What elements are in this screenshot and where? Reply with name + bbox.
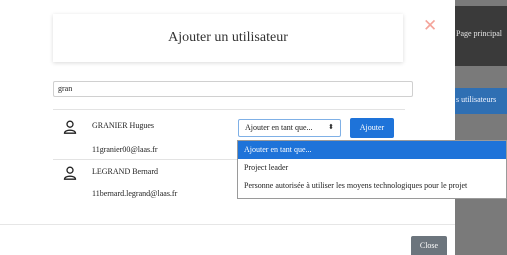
role-option[interactable]: Project leader [238,159,506,177]
user-icon [63,120,77,134]
select-arrows-icon: ⬍ [328,123,334,131]
footer-divider [0,224,455,225]
modal-header: Ajouter un utilisateur [53,14,403,62]
search-input[interactable]: gran [53,81,413,97]
divider [53,109,405,110]
close-button[interactable]: Close [411,236,447,255]
background-tab-text: s utilisateurs [456,95,497,104]
role-dropdown-list: Ajouter en tant que... Project leader Pe… [237,140,507,199]
add-button[interactable]: Ajouter [350,118,394,138]
user-email: 11granier00@laas.fr [92,145,158,154]
user-name: GRANIER Hugues [92,121,154,130]
close-icon[interactable]: ✕ [423,18,437,35]
background-nav-text: Page principal [456,29,502,38]
modal-title: Ajouter un utilisateur [168,30,288,45]
user-icon [63,166,77,180]
role-select-value: Ajouter en tant que... [245,123,313,132]
user-email: 11bernard.legrand@laas.fr [92,189,178,198]
role-select[interactable]: Ajouter en tant que... ⬍ [238,119,341,137]
background-active-tab: s utilisateurs [455,88,507,114]
user-name: LEGRAND Bernard [92,167,158,176]
add-user-modal: Ajouter un utilisateur ✕ gran GRANIER Hu… [0,0,455,255]
background-navbar: Page principal [455,6,507,66]
role-option[interactable]: Personne autorisée à utiliser les moyens… [238,177,506,195]
role-option[interactable]: Ajouter en tant que... [238,141,506,159]
